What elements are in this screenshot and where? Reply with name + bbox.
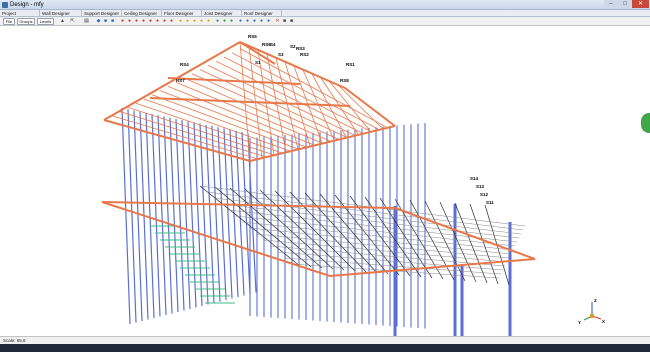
tool-yellow-2-icon[interactable]: ● — [185, 19, 190, 24]
side-panel-toggle[interactable] — [641, 113, 650, 133]
floor-label: S11 — [486, 200, 494, 205]
scale-readout: Scale: 65.8 — [3, 338, 26, 343]
tool-blue-5-icon[interactable]: ● — [266, 19, 271, 24]
axis-indicator: Z Y X — [578, 298, 605, 325]
floor-label: S14 — [470, 176, 479, 181]
rafter — [223, 56, 371, 132]
floor-joist — [274, 190, 356, 272]
tool-green-3-icon[interactable]: ● — [229, 19, 234, 24]
title-bar[interactable]: Design - mfy – □ ✕ — [0, 0, 650, 10]
roof-edge — [167, 77, 301, 85]
roof-label: S4 — [270, 42, 276, 47]
rafter — [215, 60, 363, 134]
floor-label: S13 — [476, 184, 485, 189]
tool-red-8-icon[interactable]: ● — [169, 19, 174, 24]
close-button[interactable]: ✕ — [632, 0, 649, 8]
pointer-icon[interactable]: ⇱ — [70, 19, 75, 24]
floor-bearer — [248, 227, 512, 255]
tool-gray-icon[interactable]: ■ — [282, 19, 287, 24]
roof-label: RS8 — [340, 78, 349, 83]
tool-green-icon[interactable]: ● — [215, 19, 220, 24]
file-button[interactable]: File — [3, 18, 15, 25]
roof-label: RS2 — [300, 52, 309, 57]
tab-support-designer[interactable]: Support Designer — [82, 10, 122, 17]
floor-bearer — [220, 203, 520, 239]
view-icon[interactable]: ◆ — [96, 19, 101, 24]
roof-label: RS1 — [346, 62, 355, 67]
select-icon[interactable]: ▲ — [60, 19, 65, 24]
rafter — [191, 73, 339, 140]
3d-viewport[interactable]: RS5 RS6 RS4 RS1 RS7 RS8 RS2 RS3 S4 S2 S3 S1 S14 S13 S1… — [0, 26, 650, 352]
designer-tabs: Project Wall Designer Support Designer C… — [0, 10, 650, 17]
tool-red-icon[interactable]: ● — [120, 19, 125, 24]
tool-red-7-icon[interactable]: ● — [162, 19, 167, 24]
levels-button[interactable]: Levels — [37, 18, 54, 25]
window-title: Design - mfy — [10, 2, 44, 8]
floor-bearer — [269, 245, 506, 267]
floor-bearer — [213, 197, 522, 235]
view-front-icon[interactable]: ■ — [103, 19, 108, 24]
tool-red-6-icon[interactable]: ● — [155, 19, 160, 24]
floor-joist — [364, 196, 422, 278]
axis-z-label: Z — [594, 298, 597, 303]
roof-label: S3 — [278, 52, 284, 57]
tool-red-5-icon[interactable]: ● — [148, 19, 153, 24]
tool-yellow-5-icon[interactable]: ● — [206, 19, 211, 24]
delete-icon[interactable]: ✕ — [275, 19, 280, 24]
floor-bearer — [262, 239, 508, 263]
tool-red-2-icon[interactable]: ● — [127, 19, 132, 24]
minimize-button[interactable]: – — [604, 0, 618, 8]
main-toolbar: File Groups Levels ▲ ⇱ ▤ ◆ ■ ■ ● ● ● ● ●… — [0, 17, 650, 26]
rafter — [329, 81, 371, 132]
tool-blue-2-icon[interactable]: ● — [245, 19, 250, 24]
axis-x-label: X — [602, 319, 605, 324]
view-side-icon[interactable]: ■ — [110, 19, 115, 24]
tab-project[interactable]: Project — [0, 10, 40, 17]
tool-yellow-3-icon[interactable]: ● — [192, 19, 197, 24]
axis-y-label: Y — [578, 320, 581, 325]
tab-ceiling-designer[interactable]: Ceiling Designer — [122, 10, 162, 17]
close-icon: ✕ — [637, 1, 644, 7]
design-window: Design - mfy – □ ✕ Project Wall Designer… — [0, 0, 650, 352]
floor-joist — [379, 197, 433, 279]
roof-edge — [344, 87, 396, 127]
rafter — [338, 85, 383, 129]
tool-blue-4-icon[interactable]: ● — [259, 19, 264, 24]
tab-wall-designer[interactable]: Wall Designer — [40, 10, 82, 17]
frame-model: RS5RS6RS4 RS1RS7 RS8RS2RS3S4 S2S3S1S14S13S1… — [101, 34, 605, 352]
print-icon[interactable]: ▤ — [84, 19, 89, 24]
tool-green-2-icon[interactable]: ● — [222, 19, 227, 24]
groups-button[interactable]: Groups — [17, 18, 35, 25]
roof-label: RS5 — [248, 34, 257, 39]
roof-label: S2 — [290, 44, 296, 49]
tab-roof-designer[interactable]: Roof Designer — [242, 10, 282, 17]
minimize-icon: – — [609, 1, 613, 7]
rafter — [143, 98, 291, 152]
roof-label: RS4 — [180, 62, 189, 67]
tab-floor-designer[interactable]: Floor Designer — [162, 10, 202, 17]
maximize-button[interactable]: □ — [618, 0, 632, 8]
app-icon — [2, 2, 8, 8]
tool-yellow-icon[interactable]: ● — [178, 19, 183, 24]
floor-label: S12 — [480, 192, 489, 197]
taskbar — [0, 344, 650, 352]
tool-blue-icon[interactable]: ● — [238, 19, 243, 24]
tool-yellow-4-icon[interactable]: ● — [199, 19, 204, 24]
roof-label: RS3 — [296, 46, 305, 51]
tool-gray-2-icon[interactable]: ■ — [289, 19, 294, 24]
status-bar: Scale: 65.8 — [0, 336, 650, 344]
tool-blue-3-icon[interactable]: ● — [252, 19, 257, 24]
maximize-icon: □ — [623, 1, 627, 7]
floor-joist — [229, 187, 323, 269]
roof-label: RS7 — [176, 78, 185, 83]
tool-red-4-icon[interactable]: ● — [141, 19, 146, 24]
floor-bearer — [206, 191, 524, 231]
roof-label: S1 — [255, 60, 261, 65]
tool-red-3-icon[interactable]: ● — [134, 19, 139, 24]
roof-edge — [249, 125, 396, 162]
tab-joist-designer[interactable]: Joist Designer — [202, 10, 242, 17]
